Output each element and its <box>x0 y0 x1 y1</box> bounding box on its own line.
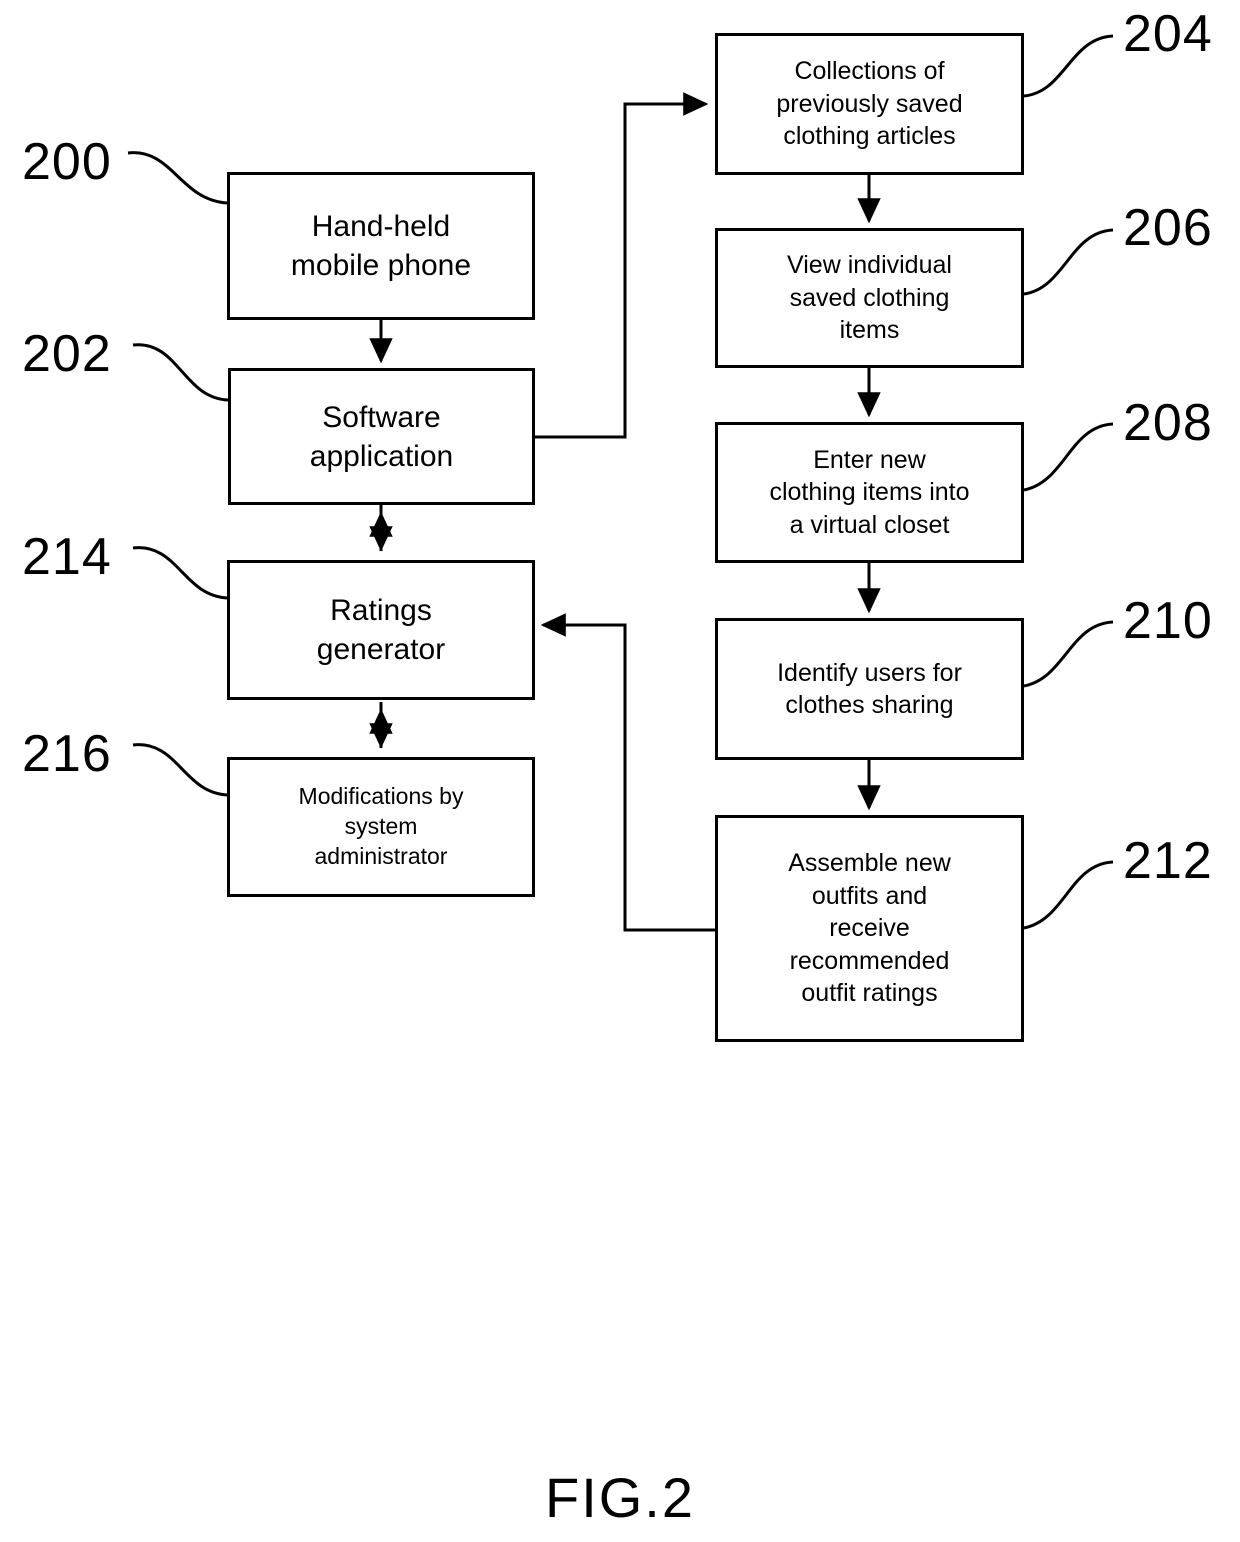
enter-new-clothing-items-into-a-virtual-closet-box[interactable]: Enter new clothing items into a virtual … <box>715 422 1024 563</box>
reference-numeral-206: 206 <box>1123 199 1213 257</box>
figure-caption: FIG.2 <box>544 1466 696 1529</box>
assemble-new-outfits-and-receive-recommended-outfit-ratings-box[interactable]: Assemble new outfits and receive recomme… <box>715 815 1024 1042</box>
leader-line-210 <box>1023 620 1114 688</box>
leader-line-206 <box>1023 228 1114 296</box>
leader-line-208 <box>1023 422 1114 492</box>
view-individual-saved-clothing-items-label: View individual saved clothing items <box>787 251 952 345</box>
reference-numeral-214: 214 <box>22 528 112 586</box>
connector-layer <box>127 34 1114 932</box>
leader-line-200 <box>127 151 228 205</box>
view-individual-saved-clothing-items-box[interactable]: View individual saved clothing items <box>715 228 1024 368</box>
leader-line-202 <box>132 343 229 402</box>
leader-line-212 <box>1023 860 1114 930</box>
reference-numeral-216: 216 <box>22 725 112 783</box>
reference-numeral-212: 212 <box>1123 832 1213 890</box>
identify-users-for-clothes-sharing-box[interactable]: Identify users for clothes sharing <box>715 618 1024 760</box>
arrow-212-to-214 <box>540 613 715 932</box>
identify-users-for-clothes-sharing-label: Identify users for clothes sharing <box>777 658 962 720</box>
collections-of-previously-saved-clothing-articles-box[interactable]: Collections of previously saved clothing… <box>715 33 1024 175</box>
leader-line-216 <box>132 743 229 797</box>
ratings-generator-box[interactable]: Ratings generator <box>227 560 535 700</box>
reference-numeral-208: 208 <box>1123 394 1213 452</box>
patent-figure: Hand-held mobile phone Software applicat… <box>0 0 1240 1542</box>
collections-of-previously-saved-clothing-articles-label: Collections of previously saved clothing… <box>776 57 963 151</box>
assemble-new-outfits-and-receive-recommended-outfit-ratings-label: Assemble new outfits and receive recomme… <box>788 849 951 1008</box>
modifications-by-system-administrator-box[interactable]: Modifications by system administrator <box>227 757 535 897</box>
hand-held-mobile-phone-label: Hand-held mobile phone <box>290 210 472 282</box>
software-application-box[interactable]: Software application <box>228 368 535 505</box>
leader-line-214 <box>132 546 229 600</box>
modifications-by-system-administrator-label: Modifications by system administrator <box>298 783 464 869</box>
reference-numeral-202: 202 <box>22 325 112 383</box>
reference-numeral-204: 204 <box>1123 5 1213 63</box>
software-application-label: Software application <box>309 400 454 473</box>
reference-numeral-200: 200 <box>22 133 112 191</box>
hand-held-mobile-phone-box[interactable]: Hand-held mobile phone <box>227 172 535 320</box>
arrow-202-to-204 <box>535 92 709 439</box>
reference-numeral-210: 210 <box>1123 592 1213 650</box>
leader-line-204 <box>1023 34 1114 98</box>
ratings-generator-label: Ratings generator <box>316 594 446 666</box>
enter-new-clothing-items-into-a-virtual-closet-label: Enter new clothing items into a virtual … <box>769 445 970 539</box>
